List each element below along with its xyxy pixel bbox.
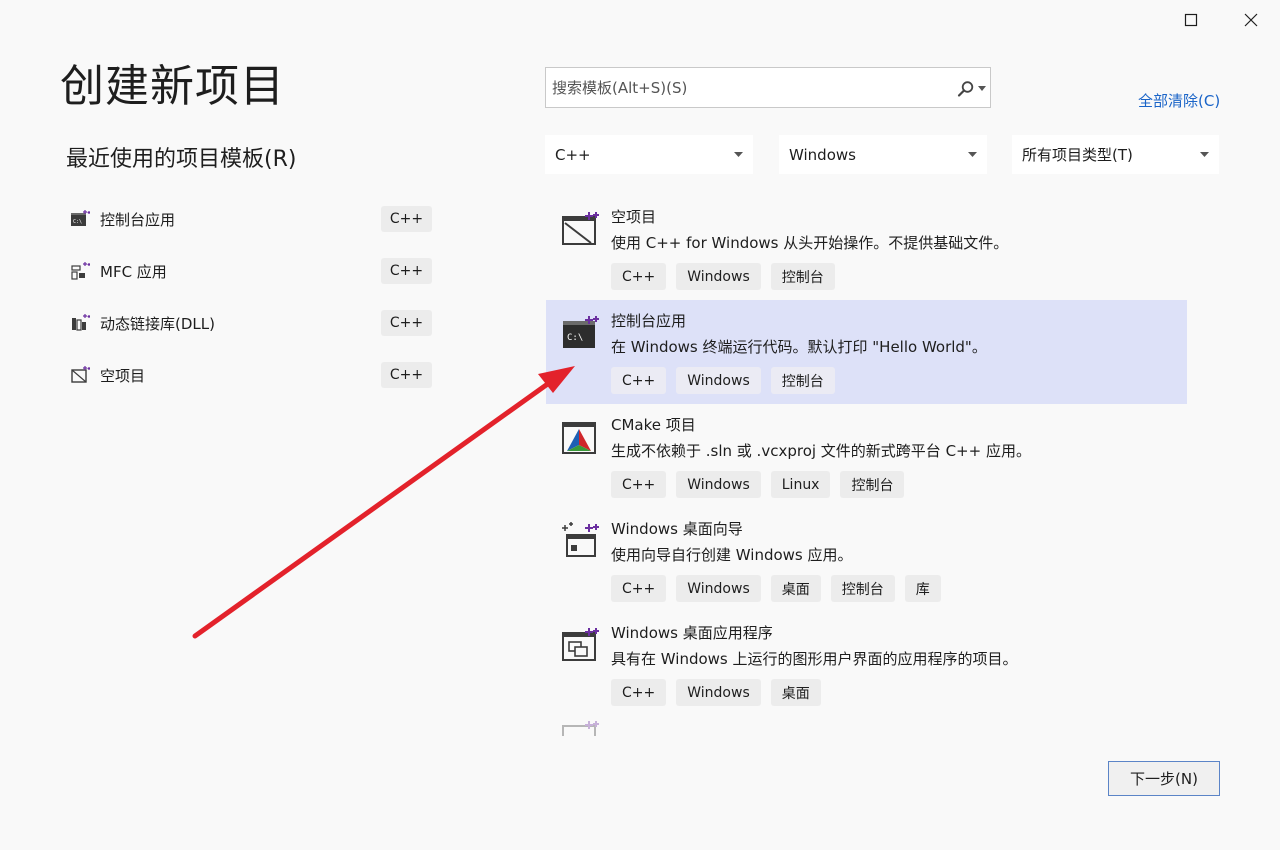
tag: C++ xyxy=(611,471,667,498)
recent-item-empty-project[interactable]: 空项目 C++ xyxy=(66,349,436,401)
console-app-icon: C:\ xyxy=(71,210,90,226)
tag: C++ xyxy=(611,263,667,290)
template-description: 使用 C++ for Windows 从头开始操作。不提供基础文件。 xyxy=(611,234,1009,252)
mfc-app-icon xyxy=(71,262,90,280)
template-tags: C++ Windows Linux 控制台 xyxy=(611,471,905,498)
dll-icon xyxy=(72,314,90,331)
tag: C++ xyxy=(611,679,667,706)
tag: Windows xyxy=(676,575,761,602)
close-button[interactable] xyxy=(1221,0,1280,40)
project-type-filter-value: 所有项目类型(T) xyxy=(1022,146,1133,164)
template-name: 空项目 xyxy=(611,208,657,226)
language-tag: C++ xyxy=(381,258,432,284)
template-tags: C++ Windows 控制台 xyxy=(611,367,835,394)
maximize-button[interactable] xyxy=(1161,0,1221,40)
language-tag: C++ xyxy=(381,310,432,336)
chevron-down-icon xyxy=(968,152,977,157)
tag: C++ xyxy=(611,367,667,394)
tag: 桌面 xyxy=(770,575,821,602)
template-tags: C++ Windows 控制台 xyxy=(611,263,835,290)
tag: 控制台 xyxy=(830,575,895,602)
recent-item-label: 动态链接库(DLL) xyxy=(100,314,215,333)
tag: 控制台 xyxy=(770,367,835,394)
template-description: 生成不依赖于 .sln 或 .vcxproj 文件的新式跨平台 C++ 应用。 xyxy=(611,442,1031,460)
tag: Windows xyxy=(676,679,761,706)
template-name: 控制台应用 xyxy=(611,312,687,330)
recent-item-mfc-app[interactable]: MFC 应用 C++ xyxy=(66,245,436,297)
recent-item-label: MFC 应用 xyxy=(100,262,167,281)
tag: Linux xyxy=(770,471,831,498)
clear-all-link[interactable]: 全部清除(C) xyxy=(1138,90,1220,111)
template-tags: C++ Windows 桌面 xyxy=(611,679,821,706)
language-filter-dropdown[interactable]: C++ xyxy=(545,135,753,174)
template-description: 在 Windows 终端运行代码。默认打印 "Hello World"。 xyxy=(611,338,987,356)
app-template-icon xyxy=(562,721,599,736)
template-name: CMake 项目 xyxy=(611,416,696,434)
create-project-dialog: 创建新项目 最近使用的项目模板(R) C:\ 控制台应用 C++ MFC 应用 … xyxy=(0,0,1280,850)
tag: Windows xyxy=(676,471,761,498)
template-partially-visible[interactable] xyxy=(546,716,1187,736)
svg-text:C:\: C:\ xyxy=(567,333,583,343)
close-icon xyxy=(1244,13,1258,27)
recent-item-console-app[interactable]: C:\ 控制台应用 C++ xyxy=(66,193,436,245)
maximize-icon xyxy=(1184,13,1198,27)
chevron-down-icon xyxy=(734,152,743,157)
template-tags: C++ Windows 桌面 控制台 库 xyxy=(611,575,941,602)
tag: C++ xyxy=(611,575,667,602)
template-search-box xyxy=(545,67,991,108)
empty-project-icon xyxy=(562,212,599,245)
recent-item-dll[interactable]: 动态链接库(DLL) C++ xyxy=(66,297,436,349)
template-empty-project[interactable]: 空项目 使用 C++ for Windows 从头开始操作。不提供基础文件。 C… xyxy=(546,196,1187,300)
template-description: 使用向导自行创建 Windows 应用。 xyxy=(611,546,853,564)
template-list: 空项目 使用 C++ for Windows 从头开始操作。不提供基础文件。 C… xyxy=(546,196,1187,736)
chevron-down-icon[interactable] xyxy=(978,86,986,91)
language-tag: C++ xyxy=(381,206,432,232)
recent-templates-title: 最近使用的项目模板(R) xyxy=(66,147,297,172)
platform-filter-value: Windows xyxy=(789,145,856,164)
tag: 桌面 xyxy=(770,679,821,706)
tag: Windows xyxy=(676,367,761,394)
recent-item-label: 空项目 xyxy=(100,366,146,385)
template-windows-desktop-wizard[interactable]: Windows 桌面向导 使用向导自行创建 Windows 应用。 C++ Wi… xyxy=(546,508,1187,612)
tag: Windows xyxy=(676,263,761,290)
recent-templates-list: C:\ 控制台应用 C++ MFC 应用 C++ 动态链接库(DLL) C++ … xyxy=(66,193,436,401)
desktop-app-icon xyxy=(562,628,599,661)
cmake-icon xyxy=(562,422,596,454)
svg-text:C:\: C:\ xyxy=(73,219,82,225)
platform-filter-dropdown[interactable]: Windows xyxy=(779,135,987,174)
search-icon[interactable] xyxy=(957,80,975,98)
tag: 控制台 xyxy=(840,471,905,498)
language-tag: C++ xyxy=(381,362,432,388)
page-title: 创建新项目 xyxy=(60,61,285,112)
chevron-down-icon xyxy=(1200,152,1209,157)
empty-project-icon xyxy=(71,366,90,383)
language-filter-value: C++ xyxy=(555,145,591,164)
console-app-icon: C:\ xyxy=(563,316,599,348)
template-console-app[interactable]: C:\ 控制台应用 在 Windows 终端运行代码。默认打印 "Hello W… xyxy=(546,300,1187,404)
template-description: 具有在 Windows 上运行的图形用户界面的应用程序的项目。 xyxy=(611,650,1018,668)
recent-item-label: 控制台应用 xyxy=(100,210,176,229)
wizard-icon xyxy=(562,522,599,557)
project-type-filter-dropdown[interactable]: 所有项目类型(T) xyxy=(1012,135,1219,174)
template-name: Windows 桌面应用程序 xyxy=(611,624,773,642)
next-button[interactable]: 下一步(N) xyxy=(1108,761,1220,796)
template-name: Windows 桌面向导 xyxy=(611,520,743,538)
tag: 库 xyxy=(904,575,941,602)
tag: 控制台 xyxy=(770,263,835,290)
template-windows-desktop-app[interactable]: Windows 桌面应用程序 具有在 Windows 上运行的图形用户界面的应用… xyxy=(546,612,1187,716)
search-input[interactable] xyxy=(546,68,941,107)
template-cmake-project[interactable]: CMake 项目 生成不依赖于 .sln 或 .vcxproj 文件的新式跨平台… xyxy=(546,404,1187,508)
